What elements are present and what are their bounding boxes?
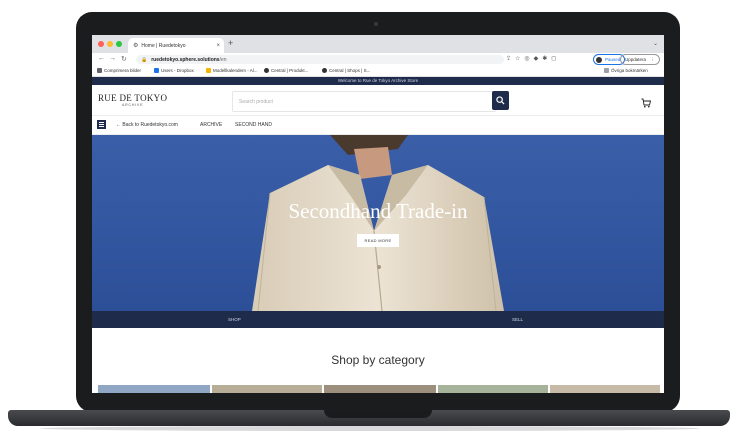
forward-arrow-icon[interactable]: → [109,55,116,62]
bookmark-item[interactable]: Modellkalendern - Al... [206,68,258,74]
bookmark-label: Central | Shops | S... [329,68,371,73]
folder-icon [604,68,609,74]
nav-second-hand-link[interactable]: SECOND HAND [235,122,272,128]
hero-title: Secondhand Trade-in [288,199,468,223]
url-field[interactable]: 🔒 ruedetokyo.sphere.solutions /en [136,55,504,64]
bookmark-icon [97,68,102,74]
bookmark-item[interactable]: Users - Dropbox [154,68,194,74]
bookmarks-bar: Comprimera bilder Users - Dropbox Modell… [92,66,664,77]
site-favicon-icon: ⚙ [133,43,139,49]
url-path: /en [219,56,227,63]
webcam [374,22,378,26]
category-tile[interactable] [550,385,660,393]
reload-icon[interactable]: ↻ [121,55,127,63]
promo-bar: Welcome to Rue de Tokyo Archive Store [92,77,664,85]
nav-archive-link[interactable]: ARCHIVE [200,122,222,128]
bookmark-label: Övriga bokmärken [611,68,648,73]
bookmark-label: Modellkalendern - Al... [213,68,258,73]
tab-sell[interactable]: SELL [512,317,523,322]
lock-icon: 🔒 [141,56,148,63]
search-icon [496,96,505,105]
category-tile[interactable] [212,385,322,393]
tab-shop[interactable]: SHOP [228,317,241,322]
search-button[interactable] [492,91,509,110]
cart-icon [641,98,652,108]
cart-button[interactable] [641,95,652,113]
search-input[interactable]: Search product [232,91,496,112]
browser-tab-bar: ⚙ Home | Ruedetokyo × + ⌄ [92,35,664,53]
github-icon [322,68,327,74]
update-label: Uppdatera [625,57,647,62]
logo-sub: ARCHIVE [122,103,144,107]
back-arrow-icon[interactable]: ← [98,55,105,62]
laptop-base-notch [324,410,432,418]
laptop-shadow [40,426,700,431]
url-host: ruedetokyo.sphere.solutions [151,56,220,63]
update-button[interactable]: Uppdatera ⋮ [620,54,660,65]
github-icon [264,68,269,74]
menu-dots-icon: ⋮ [650,56,655,62]
category-tile[interactable] [324,385,436,393]
drive-icon [206,68,211,74]
bookmark-label: Comprimera bilder [104,68,142,73]
search-placeholder: Search product [239,98,273,105]
category-tile[interactable] [438,385,548,393]
browser-toolbar-icons[interactable]: ⇪☆◎◆✱◻ [506,55,560,62]
hamburger-menu-icon [97,120,106,129]
read-more-button[interactable]: READ MORE [357,234,399,247]
bookmark-item[interactable]: Central | Produkt... [264,68,309,74]
hero-banner: Secondhand Trade-in READ MORE [92,135,664,311]
category-section-title: Shop by category [331,353,425,367]
bookmark-label: Users - Dropbox [161,68,194,73]
site-logo[interactable]: RUE DE TOKYO ARCHIVE [98,93,167,107]
window-minimize-button[interactable] [107,41,113,47]
profile-status: Paused [605,57,621,62]
other-bookmarks[interactable]: Övriga bokmärken [604,68,648,74]
browser-tab[interactable]: ⚙ Home | Ruedetokyo × [128,38,224,53]
menu-button[interactable] [97,120,106,131]
bookmark-item[interactable]: Central | Shops | S... [322,68,371,74]
dropbox-icon [154,68,159,74]
avatar [596,56,602,63]
tab-title: Home | Ruedetokyo [141,42,186,49]
address-bar-row: ← → ↻ 🔒 ruedetokyo.sphere.solutions /en … [92,53,664,66]
shop-sell-tabs: SHOP SELL [92,311,664,328]
new-tab-button[interactable]: + [228,38,233,48]
logo-main: RUE DE TOKYO [98,93,168,103]
window-close-button[interactable] [98,41,104,47]
laptop-screen: ⚙ Home | Ruedetokyo × + ⌄ ← → ↻ 🔒 ruedet… [92,35,664,393]
site-header: RUE DE TOKYO ARCHIVE Search product [92,85,664,116]
category-tile[interactable] [98,385,210,393]
tab-search-chevron-icon[interactable]: ⌄ [653,40,658,47]
window-zoom-button[interactable] [116,41,122,47]
bookmark-item[interactable]: Comprimera bilder [97,68,142,74]
bookmark-label: Central | Produkt... [271,68,309,73]
sub-navigation: ← Back to Ruedetokyo.com ARCHIVE SECOND … [92,116,664,135]
back-to-site-link[interactable]: ← Back to Ruedetokyo.com [116,122,178,128]
close-tab-icon[interactable]: × [216,43,220,49]
